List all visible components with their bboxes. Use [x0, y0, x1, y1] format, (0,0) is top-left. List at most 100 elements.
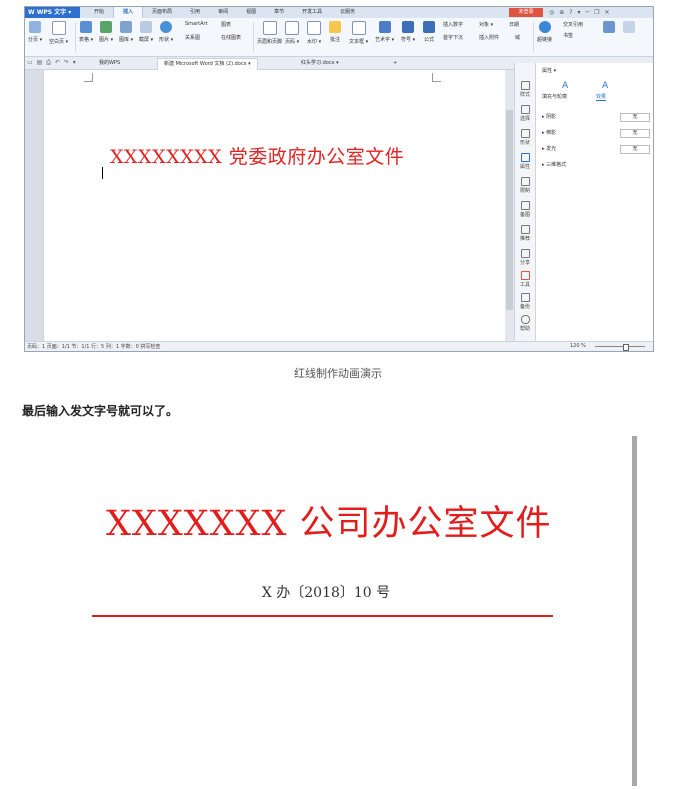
insert-number-button[interactable]: 插入数字	[443, 21, 463, 28]
doc-tab-redhead[interactable]: 红头学习.docx ▾	[295, 58, 345, 69]
final-document-image: XXXXXXX 公司办公室文件 X 办〔2018〕10 号	[66, 436, 636, 786]
tab-page-layout[interactable]: 页面布局	[143, 7, 181, 18]
blank-page-icon	[51, 21, 66, 35]
comment-button[interactable]: 批注	[329, 21, 341, 43]
ribbon-collapse-icon[interactable]: ▾	[577, 7, 580, 18]
bookmark-button[interactable]: 书签	[563, 32, 573, 39]
zoom-slider[interactable]	[595, 346, 645, 347]
3d-format-row[interactable]: ▸ 三维格式	[542, 161, 566, 168]
restrict-pane-button[interactable]: 限制	[515, 177, 535, 194]
quick-access-icons[interactable]: ▭ ▤ ⎙ ↶ ↷ ▾	[27, 59, 77, 67]
title-bar: W WPS 文字 ▾ 开始 插入 页面布局 引用 审阅 视图 章节 开发工具 云…	[25, 7, 653, 18]
cross-reference-button[interactable]: 交叉引用	[563, 21, 583, 28]
vertical-scrollbar[interactable]	[505, 70, 514, 341]
page-number-button[interactable]: 页码 ▾	[285, 21, 299, 45]
formula-button[interactable]: 公式	[423, 21, 435, 43]
tab-fill-outline[interactable]: 填充与轮廓	[542, 93, 567, 100]
zoom-slider-knob[interactable]	[623, 344, 629, 351]
help-pane-button[interactable]: 帮助	[515, 315, 535, 332]
style-pane-button[interactable]: 样式	[515, 81, 535, 98]
shapes-icon	[160, 21, 173, 33]
maximize-icon[interactable]: ❐	[594, 7, 599, 18]
shadow-value[interactable]: 无	[620, 113, 650, 122]
tab-cloud[interactable]: 云服务	[331, 7, 364, 18]
app-menu-button[interactable]: W WPS 文字 ▾	[25, 7, 80, 18]
doc-tab-my-wps[interactable]: 我的WPS	[93, 58, 126, 69]
tab-effects[interactable]: 效果	[596, 93, 607, 101]
tab-home[interactable]: 开始	[85, 7, 113, 18]
tab-insert[interactable]: 插入	[113, 7, 144, 18]
minimize-icon[interactable]: ─	[585, 7, 589, 18]
table-button[interactable]: 表格 ▾	[79, 21, 93, 43]
online-chart-button[interactable]: 在线图表	[221, 34, 241, 41]
property-pane-button[interactable]: 属性	[515, 153, 535, 170]
symbol-button[interactable]: 符号 ▾	[401, 21, 415, 43]
help-icon	[520, 315, 530, 324]
picture-button[interactable]: 图片 ▾	[99, 21, 113, 43]
art-text-button[interactable]: 艺术字 ▾	[375, 21, 394, 43]
backup-image-pane-button[interactable]: 备图	[515, 201, 535, 218]
backup-pane-button[interactable]: 备份	[515, 293, 535, 310]
scroll-thumb[interactable]	[506, 110, 513, 310]
margin-corner-mark	[84, 73, 93, 82]
panel-title[interactable]: 属性 ▾	[542, 67, 556, 74]
field-button[interactable]: 域	[515, 34, 520, 41]
glow-value[interactable]: 无	[620, 145, 650, 154]
document-page[interactable]: XXXXXXXX 党委政府办公室文件	[43, 70, 507, 341]
drop-cap-button[interactable]: 首字下沉	[443, 34, 463, 41]
date-button[interactable]: 日期	[509, 21, 519, 28]
more-tools-button-2[interactable]	[623, 21, 635, 36]
doc-tab-new-document[interactable]: 新建 Microsoft Word 文档 (2).docx ▾	[157, 58, 258, 70]
share-icon[interactable]: ⊕	[559, 7, 564, 18]
chart-button[interactable]: 图表	[221, 21, 231, 28]
select-icon	[520, 105, 530, 114]
insert-attachment-button[interactable]: 插入附件	[479, 34, 499, 41]
reflection-row[interactable]: ▸ 倒影	[542, 129, 556, 136]
tools-pane-button[interactable]: 工具	[515, 271, 535, 288]
textbox-button[interactable]: 文本框 ▾	[349, 21, 368, 45]
gallery-button[interactable]: 图库 ▾	[119, 21, 133, 43]
bookmark-icon: 书签	[563, 33, 574, 39]
relation-diagram-button[interactable]: 关系图	[185, 34, 200, 41]
tab-sections[interactable]: 章节	[265, 7, 293, 18]
shape-pane-button[interactable]: 形状	[515, 129, 535, 146]
tab-developer[interactable]: 开发工具	[293, 7, 331, 18]
zoom-level[interactable]: 120 %	[570, 343, 586, 349]
shape-icon	[520, 129, 530, 138]
window-controls: ◎ ⊕ ? ▾ ─ ❐ ✕	[549, 7, 610, 18]
new-tab-button[interactable]: +	[387, 58, 403, 69]
ribbon-divider	[533, 22, 534, 52]
recommend-pane-button[interactable]: 推荐	[515, 225, 535, 242]
task-pane-icon-bar: 样式 选择 形状 属性 限制 备图 推荐 分享 工具 备份 帮助	[514, 63, 535, 343]
more-tools-button[interactable]	[603, 21, 615, 36]
text-fill-icon: A	[562, 81, 569, 91]
tab-references[interactable]: 引用	[181, 7, 209, 18]
header-footer-button[interactable]: 页眉和页脚	[257, 21, 282, 45]
tab-view[interactable]: 视图	[237, 7, 265, 18]
red-separator-line	[92, 615, 553, 617]
hyperlink-button[interactable]: 超链接	[537, 21, 552, 43]
watermark-button[interactable]: 水印 ▾	[307, 21, 321, 45]
image-icon	[520, 201, 530, 210]
text-cursor	[102, 167, 103, 179]
shadow-row[interactable]: ▸ 阴影	[542, 113, 556, 120]
object-button[interactable]: 对象 ▾	[479, 21, 493, 28]
share-pane-button[interactable]: 分享	[515, 249, 535, 266]
shapes-button[interactable]: 形状 ▾	[159, 21, 173, 43]
screenshot-button[interactable]: 截屏 ▾	[139, 21, 153, 43]
skin-icon[interactable]: ◎	[549, 7, 554, 18]
reflection-value[interactable]: 无	[620, 129, 650, 138]
smartart-button[interactable]: SmartArt	[185, 21, 208, 27]
page-break-button[interactable]: 分页 ▾	[28, 21, 42, 43]
tab-review[interactable]: 审阅	[209, 7, 237, 18]
glow-row[interactable]: ▸ 发光	[542, 145, 556, 152]
help-icon[interactable]: ?	[569, 7, 572, 18]
close-icon[interactable]: ✕	[605, 7, 610, 18]
blank-page-button[interactable]: 空白页 ▾	[49, 21, 68, 45]
login-button[interactable]: 未登录	[509, 8, 543, 17]
redhead-heading: XXXXXXXX 党委政府办公室文件	[110, 146, 405, 168]
restrict-icon	[520, 177, 530, 186]
document-number: X 办〔2018〕10 号	[261, 585, 391, 601]
select-pane-button[interactable]: 选择	[515, 105, 535, 122]
textbox-icon	[351, 21, 366, 35]
